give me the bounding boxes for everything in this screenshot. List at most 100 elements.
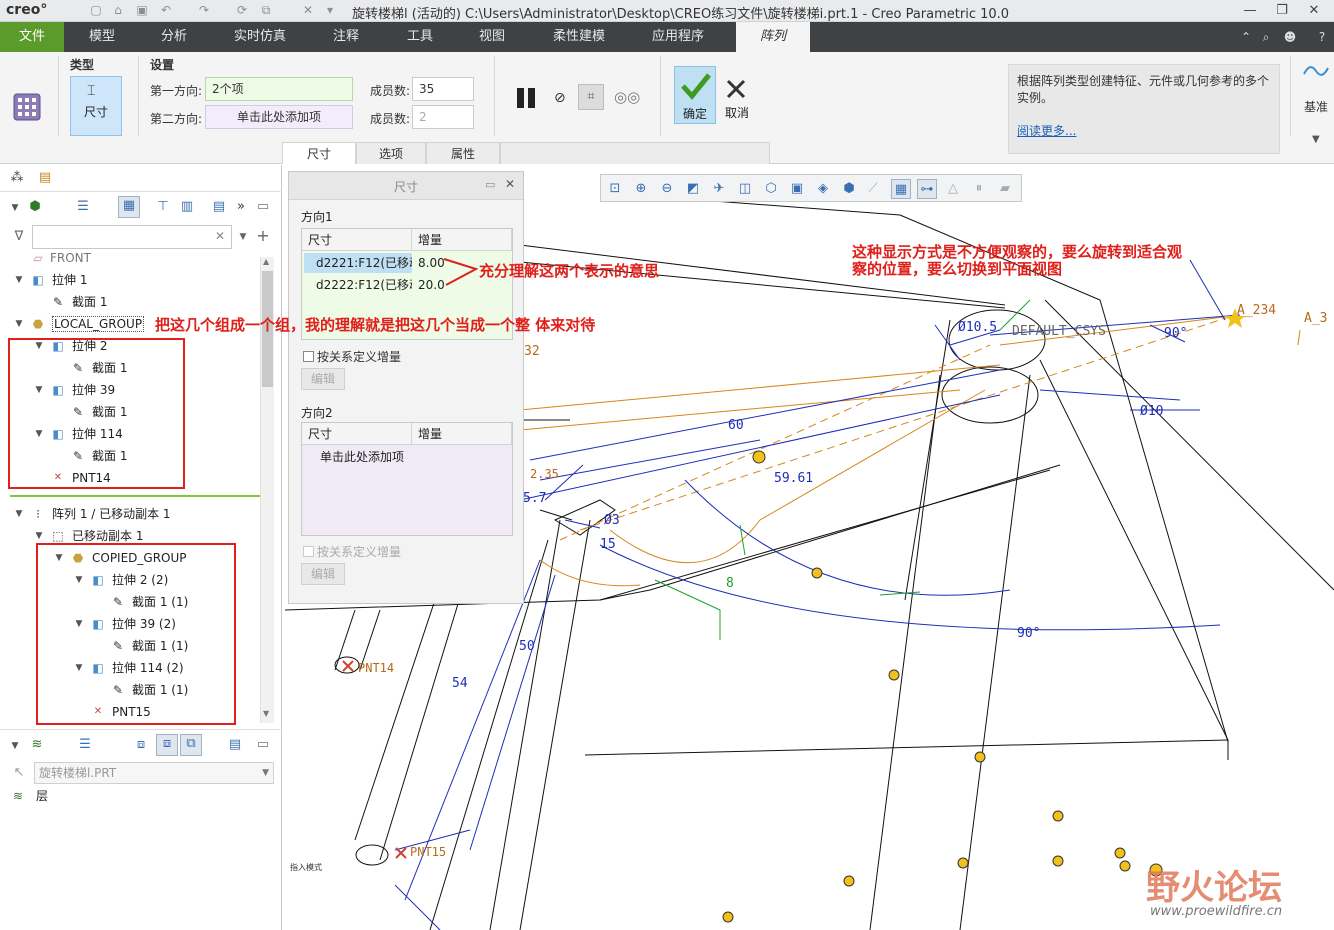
tree-collapse-icon[interactable]: ▼ bbox=[6, 199, 24, 217]
display-style-icon[interactable]: ⬡ bbox=[761, 179, 781, 199]
type-dimension-button[interactable]: ⌶ 尺寸 bbox=[70, 76, 122, 136]
subtab-dimensions[interactable]: 尺寸 bbox=[282, 142, 356, 164]
edit-button-1[interactable]: 编辑 bbox=[301, 368, 345, 390]
tab-pattern[interactable]: 阵列 bbox=[736, 22, 810, 52]
scroll-down-icon[interactable]: ▼ bbox=[263, 709, 269, 718]
tree-columns-icon[interactable]: ▥ bbox=[178, 198, 196, 216]
read-more-link[interactable]: 阅读更多... bbox=[1017, 124, 1076, 138]
dim-90-top[interactable]: 90° bbox=[1164, 326, 1187, 341]
dir2-collector[interactable]: 单击此处添加项 bbox=[205, 105, 353, 129]
reorient-icon[interactable]: ✈ bbox=[709, 179, 729, 199]
tab-simulation[interactable]: 实时仿真 bbox=[220, 22, 300, 52]
restore-button[interactable]: ❐ bbox=[1272, 2, 1292, 20]
layer-item[interactable]: ≋ 层 bbox=[10, 785, 48, 807]
view-manager-icon[interactable]: ◈ bbox=[813, 179, 833, 199]
saved-views-icon[interactable]: ◫ bbox=[735, 179, 755, 199]
minimize-ribbon-icon[interactable]: ⌃ bbox=[1238, 28, 1254, 46]
column-dimension[interactable]: 尺寸 bbox=[302, 423, 412, 445]
dim-60[interactable]: 60 bbox=[728, 418, 744, 433]
dim-90-bottom[interactable]: 90° bbox=[1017, 626, 1040, 641]
windows-icon[interactable]: ⧉ bbox=[258, 3, 274, 17]
dir1-collector[interactable]: 2个项 bbox=[205, 77, 353, 101]
edit-button-2[interactable]: 编辑 bbox=[301, 563, 345, 585]
zoom-out-icon[interactable]: ⊖ bbox=[657, 179, 677, 199]
subtab-properties[interactable]: 属性 bbox=[426, 142, 500, 164]
user-icon[interactable]: ☻ bbox=[1282, 28, 1298, 46]
redo-icon[interactable]: ↷ bbox=[196, 3, 212, 17]
dim-15[interactable]: 15 bbox=[600, 537, 616, 552]
no-preview-icon[interactable]: ⊘ bbox=[554, 90, 570, 106]
layer-settings-icon[interactable]: ▤ bbox=[226, 736, 244, 754]
model-tree-tab-icon[interactable]: ⁂ bbox=[8, 169, 26, 187]
dim-2-35[interactable]: 2.35 bbox=[530, 467, 559, 481]
tab-flexible-modeling[interactable]: 柔性建模 bbox=[538, 22, 620, 52]
tree-item-extrude-1[interactable]: ▼ ◧ 拉伸 1 bbox=[14, 269, 88, 291]
refit-icon[interactable]: ⊡ bbox=[605, 179, 625, 199]
layers-collapse-icon[interactable]: ▼ bbox=[6, 737, 24, 755]
dim-5-7[interactable]: 5.7 bbox=[523, 491, 546, 506]
tab-model[interactable]: 模型 bbox=[72, 22, 132, 52]
tab-applications[interactable]: 应用程序 bbox=[636, 22, 720, 52]
tree-item-pattern-1[interactable]: ▼ ⁝ 阵列 1 / 已移动副本 1 bbox=[14, 503, 171, 525]
layer-hide-icon[interactable]: ⧈ bbox=[156, 734, 178, 756]
datum-label[interactable]: 基准 bbox=[1304, 98, 1328, 115]
add-item-cell[interactable]: 单击此处添加项 bbox=[316, 447, 496, 467]
zoom-in-icon[interactable]: ⊕ bbox=[631, 179, 651, 199]
perspective-icon[interactable]: ▣ bbox=[787, 179, 807, 199]
pin-icon[interactable]: ▭ bbox=[485, 178, 495, 191]
open-folder-icon[interactable]: ⌂ bbox=[110, 3, 126, 17]
search-icon[interactable]: ⌕ bbox=[1258, 28, 1274, 46]
tree-export-icon[interactable]: ▭ bbox=[254, 198, 272, 216]
ok-button[interactable]: 确定 bbox=[674, 66, 716, 124]
dim-8[interactable]: 8 bbox=[726, 576, 734, 591]
tree-filter-icon[interactable]: ⊤ bbox=[154, 198, 172, 216]
tab-analysis[interactable]: 分析 bbox=[144, 22, 204, 52]
csys-label[interactable]: DEFAULT_CSYS bbox=[1012, 324, 1106, 339]
close-button[interactable]: ✕ bbox=[1304, 2, 1324, 20]
relation-checkbox-2[interactable]: 按关系定义增量 bbox=[303, 543, 401, 560]
axis-a234-label[interactable]: A_234 bbox=[1237, 303, 1276, 318]
tree-item-front[interactable]: ▱ FRONT bbox=[30, 247, 91, 269]
section-icon[interactable]: ⬢ bbox=[839, 179, 859, 199]
column-increment[interactable]: 增量 bbox=[412, 423, 512, 445]
relation-checkbox-1[interactable]: 按关系定义增量 bbox=[303, 348, 401, 365]
help-icon[interactable]: ? bbox=[1314, 28, 1330, 46]
clear-search-icon[interactable]: ✕ bbox=[215, 229, 225, 243]
tree-item-sketch-1[interactable]: ✎ 截面 1 bbox=[50, 291, 107, 313]
close-dialog-icon[interactable]: ✕ bbox=[505, 177, 515, 191]
verify-mode-icon[interactable]: ◎◎ bbox=[614, 88, 642, 106]
search-dropdown-icon[interactable]: ▼ bbox=[234, 228, 252, 246]
members2-input[interactable]: 2 bbox=[412, 105, 474, 129]
column-dimension[interactable]: 尺寸 bbox=[302, 229, 412, 251]
datum-curve-icon[interactable] bbox=[1302, 60, 1330, 82]
add-filter-icon[interactable]: + bbox=[254, 227, 272, 245]
tree-item-local-group[interactable]: ▼ ⬣ LOCAL_GROUP bbox=[14, 313, 145, 335]
dim-cell-d2222[interactable]: d2222:F12(已移动 bbox=[304, 275, 412, 295]
tree-list-icon[interactable]: ☰ bbox=[74, 198, 92, 216]
members1-input[interactable]: 35 bbox=[412, 77, 474, 101]
expand-arrow-icon[interactable]: ▼ bbox=[14, 269, 24, 291]
dropdown-arrow-icon[interactable]: ▼ bbox=[262, 763, 269, 783]
tab-annotate[interactable]: 注释 bbox=[318, 22, 374, 52]
column-increment[interactable]: 增量 bbox=[412, 229, 512, 251]
preview-toggle-icon[interactable]: ⌗ bbox=[578, 84, 604, 110]
spin-center-icon[interactable]: ⊶ bbox=[917, 179, 937, 199]
dim-54[interactable]: 54 bbox=[452, 676, 468, 691]
dim-50[interactable]: 50 bbox=[519, 639, 535, 654]
pause-icon[interactable] bbox=[514, 86, 540, 110]
pnt15-label[interactable]: PNT15 bbox=[410, 845, 446, 859]
direction2-table[interactable]: 尺寸 增量 单击此处添加项 bbox=[301, 422, 513, 536]
close-window-icon[interactable]: ✕ bbox=[300, 3, 316, 17]
dim-32[interactable]: 32 bbox=[524, 344, 540, 359]
more-icon[interactable]: » bbox=[232, 198, 250, 216]
dim-dia-10-5[interactable]: Ø10.5 bbox=[958, 320, 997, 335]
quick-access-menu-icon[interactable]: ▾ bbox=[322, 3, 338, 17]
tab-view[interactable]: 视图 bbox=[464, 22, 520, 52]
repaint-icon[interactable]: ◩ bbox=[683, 179, 703, 199]
subtab-options[interactable]: 选项 bbox=[356, 142, 426, 164]
cancel-button[interactable]: 取消 bbox=[720, 66, 754, 124]
save-icon[interactable]: ▣ bbox=[134, 3, 150, 17]
minimize-button[interactable]: — bbox=[1240, 2, 1260, 20]
expand-arrow-icon[interactable]: ▼ bbox=[14, 503, 24, 525]
datum-dropdown-icon[interactable]: ▼ bbox=[1312, 134, 1320, 145]
